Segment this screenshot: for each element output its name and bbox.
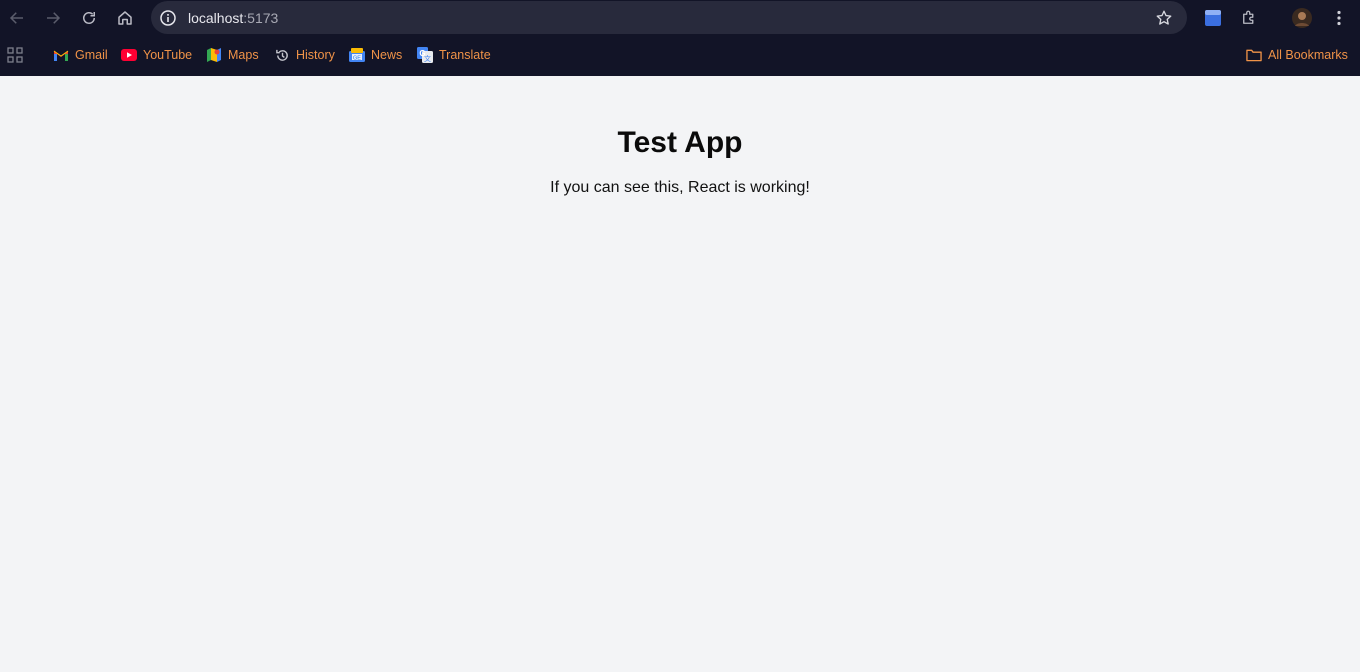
back-button[interactable]: [5, 6, 29, 30]
bookmark-star-icon[interactable]: [1155, 9, 1173, 27]
back-arrow-icon: [9, 12, 23, 24]
profile-button[interactable]: [1291, 7, 1313, 29]
maps-icon: [206, 47, 222, 63]
reload-button[interactable]: [77, 6, 101, 30]
bookmark-news[interactable]: GE News: [349, 46, 402, 64]
forward-arrow-icon: [47, 12, 61, 24]
history-icon: [274, 47, 290, 63]
avatar: [1292, 8, 1312, 28]
translate-icon: G 文: [417, 47, 433, 63]
bookmark-translate[interactable]: G 文 Translate: [417, 46, 491, 64]
folder-icon: [1246, 47, 1262, 63]
home-button[interactable]: [113, 6, 137, 30]
extension-app-icon: [1205, 10, 1221, 26]
browser-chrome: localhost:5173 Gmail YouTube Maps Histor…: [0, 0, 1360, 76]
svg-text:GE: GE: [353, 55, 361, 61]
bookmark-youtube[interactable]: YouTube: [121, 46, 192, 64]
forward-button[interactable]: [41, 6, 65, 30]
bookmarks-bar: Gmail YouTube Maps History GE News G 文 T…: [0, 38, 1360, 72]
address-bar[interactable]: localhost:5173: [151, 1, 1187, 34]
site-info-icon[interactable]: [160, 10, 176, 26]
bookmark-history[interactable]: History: [274, 46, 335, 64]
puzzle-piece-icon: [1243, 10, 1254, 24]
url-text[interactable]: localhost:5173: [188, 10, 278, 26]
youtube-icon: [121, 47, 137, 63]
page-title: Test App: [617, 126, 743, 159]
url-host: localhost: [188, 10, 244, 26]
extension-button[interactable]: [1202, 7, 1224, 29]
url-port: :5173: [243, 10, 279, 26]
gmail-icon: [53, 47, 69, 63]
bookmark-maps[interactable]: Maps: [206, 46, 259, 64]
all-bookmarks-button[interactable]: All Bookmarks: [1246, 46, 1348, 64]
reload-icon: [83, 12, 95, 24]
browser-menu-button[interactable]: [1328, 7, 1350, 29]
apps-grid-icon[interactable]: [7, 47, 23, 63]
bookmark-gmail[interactable]: Gmail: [53, 46, 108, 64]
news-icon: GE: [349, 47, 365, 63]
page-content: Test App If you can see this, React is w…: [0, 76, 1360, 672]
all-bookmarks-label: All Bookmarks: [1268, 48, 1348, 62]
svg-text:文: 文: [424, 54, 431, 63]
bookmark-label: News: [371, 48, 403, 62]
extensions-menu-button[interactable]: [1238, 7, 1260, 29]
more-vert-icon: [1337, 10, 1341, 26]
bookmark-label: Gmail: [75, 48, 108, 62]
bookmark-label: YouTube: [143, 48, 193, 62]
home-icon: [118, 11, 132, 25]
bookmark-label: Maps: [228, 48, 259, 62]
browser-toolbar: localhost:5173: [0, 0, 1360, 36]
bookmark-label: Translate: [439, 48, 491, 62]
status-message: If you can see this, React is working!: [550, 179, 810, 196]
bookmark-label: History: [296, 48, 335, 62]
